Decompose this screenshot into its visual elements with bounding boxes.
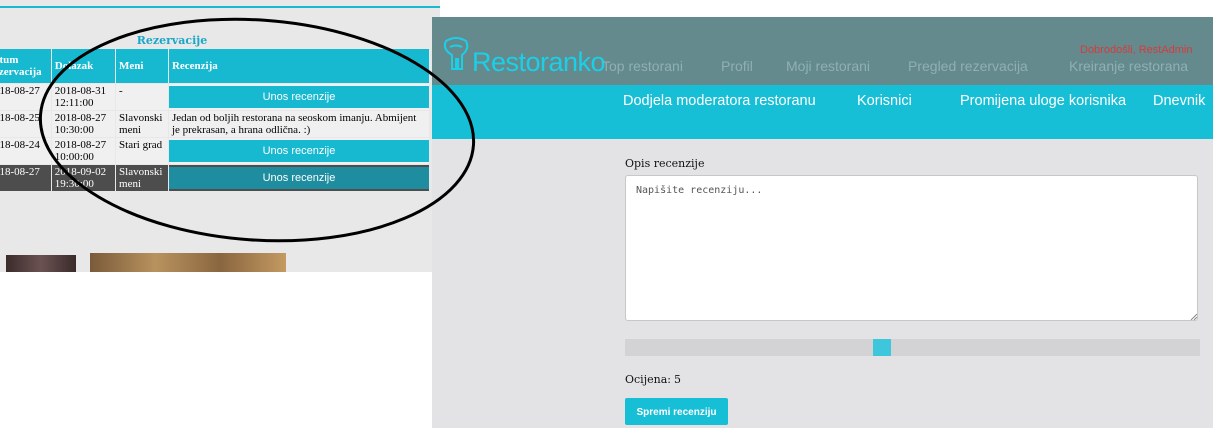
arrival-time: 2018-08-31 12:11:00 xyxy=(51,84,116,110)
review-cell: Unos recenzije xyxy=(168,165,429,191)
review-cell: Unos recenzije xyxy=(168,138,429,164)
resize-grip-icon[interactable] xyxy=(1190,313,1197,320)
reservations-table: atumezervacija Dolazak Meni Recenzija 01… xyxy=(0,48,430,192)
brand-name[interactable]: Restoranko xyxy=(472,47,606,78)
restaurant-photo xyxy=(90,253,286,272)
header-menu: Meni xyxy=(116,49,168,83)
nav-users[interactable]: Korisnici xyxy=(857,93,912,109)
rating-value: 5 xyxy=(673,373,681,386)
restaurant-logo-icon xyxy=(443,37,469,70)
reservations-body: 018-08-272018-08-31 12:11:00-Unos recenz… xyxy=(0,84,429,191)
review-text: Jedan od boljih restorana na seoskom ima… xyxy=(168,111,429,137)
reservation-date: 018-08-25 xyxy=(0,111,51,137)
review-cell: Unos recenzije xyxy=(168,84,429,110)
table-header-row: atumezervacija Dolazak Meni Recenzija xyxy=(0,49,429,83)
add-review-button[interactable]: Unos recenzije xyxy=(168,167,429,189)
reservation-date: 018-08-27 xyxy=(0,165,51,191)
menu-name: Stari grad xyxy=(116,138,168,164)
add-review-button[interactable]: Unos recenzije xyxy=(168,86,429,108)
nav-log[interactable]: Dnevnik xyxy=(1153,93,1205,109)
review-description-label: Opis recenzije xyxy=(625,157,705,170)
header-arrival: Dolazak xyxy=(51,49,116,83)
menu-name: Slavonski meni xyxy=(116,111,168,137)
welcome-message: Dobrodošli, RestAdmin xyxy=(1080,44,1193,56)
nav-top-restaurants[interactable]: Top restorani xyxy=(602,58,683,74)
nav-create-restaurant[interactable]: Kreiranje restorana xyxy=(1069,58,1188,74)
table-row: 018-08-272018-08-31 12:11:00-Unos recenz… xyxy=(0,84,429,110)
rating-slider[interactable] xyxy=(625,339,1200,356)
nav-assign-moderator[interactable]: Dodjela moderatora restoranu xyxy=(623,93,816,109)
nav-my-restaurants[interactable]: Moji restorani xyxy=(786,58,870,74)
header-review: Recenzija xyxy=(168,49,429,83)
arrival-time: 2018-08-27 10:30:00 xyxy=(51,111,116,137)
nav-reservations-overview[interactable]: Pregled rezervacija xyxy=(908,58,1028,74)
reservation-date: 018-08-27 xyxy=(0,84,51,110)
save-review-button[interactable]: Spremi recenziju xyxy=(625,398,728,425)
table-row: 018-08-272018-09-02 19:30:00Slavonski me… xyxy=(0,165,429,191)
header-date: atumezervacija xyxy=(0,49,51,83)
add-review-button[interactable]: Unos recenzije xyxy=(168,140,429,162)
nav-change-user-role[interactable]: Promijena uloge korisnika xyxy=(960,93,1126,109)
nav-profile[interactable]: Profil xyxy=(721,58,753,74)
secondary-navbar: Dodjela moderatora restoranu Korisnici P… xyxy=(432,85,1213,139)
rating-display: Ocijena: 5 xyxy=(625,373,681,386)
reservation-date: 018-08-24 xyxy=(0,138,51,164)
rating-slider-thumb[interactable] xyxy=(873,339,891,356)
rating-label: Ocijena: xyxy=(625,373,671,386)
review-page: Restoranko Top restorani Profil Moji res… xyxy=(432,17,1213,428)
restaurant-photo xyxy=(6,255,76,272)
menu-name: - xyxy=(116,84,168,110)
reservations-panel: Rezervacije atumezervacija Dolazak Meni … xyxy=(0,0,440,272)
arrival-time: 2018-08-27 10:00:00 xyxy=(51,138,116,164)
menu-name: Slavonski meni xyxy=(116,165,168,191)
table-row: 018-08-242018-08-27 10:00:00Stari gradUn… xyxy=(0,138,429,164)
top-accent-line xyxy=(0,6,440,8)
arrival-time: 2018-09-02 19:30:00 xyxy=(51,165,116,191)
review-textarea[interactable] xyxy=(625,175,1198,321)
reservations-title: Rezervacije xyxy=(136,34,208,47)
top-navbar: Restoranko Top restorani Profil Moji res… xyxy=(432,17,1213,85)
table-row: 018-08-252018-08-27 10:30:00Slavonski me… xyxy=(0,111,429,137)
